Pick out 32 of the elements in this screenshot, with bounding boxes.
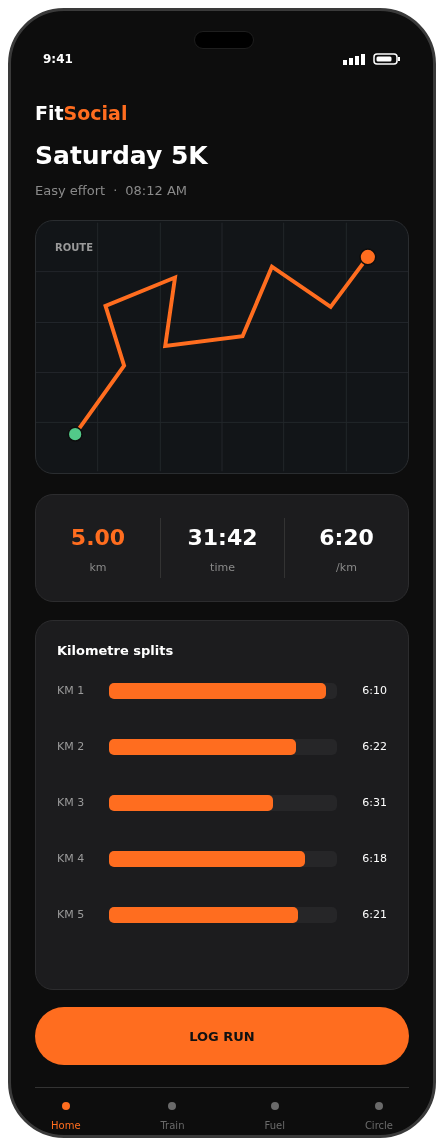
stat-unit: km xyxy=(89,559,107,576)
split-pace: 6:18 xyxy=(361,850,387,867)
split-label: KM 3 xyxy=(57,794,86,811)
separator-text: · xyxy=(113,181,118,200)
stat-unit: time xyxy=(210,559,235,576)
nav-tab[interactable]: Circle xyxy=(364,1102,393,1134)
split-pace: 6:10 xyxy=(361,682,387,699)
stat-unit: /km xyxy=(336,559,357,576)
route-label: ROUTE xyxy=(55,241,93,256)
split-pace: 6:22 xyxy=(361,738,387,755)
stat-value: 6:20 xyxy=(319,523,374,552)
effort-text: Easy effort xyxy=(35,181,106,200)
start-time-text: 08:12 AM xyxy=(125,181,187,200)
split-label: KM 4 xyxy=(57,850,86,867)
signal-icon xyxy=(343,53,365,65)
split-pace: 6:21 xyxy=(361,906,387,923)
split-pace: 6:31 xyxy=(361,794,387,811)
split-label: KM 1 xyxy=(57,682,86,699)
stat-value: 5.00 xyxy=(70,523,126,552)
log-run-button[interactable]: LOG RUN xyxy=(35,1007,409,1066)
stat-value: 31:42 xyxy=(187,523,258,552)
camera-notch xyxy=(194,31,254,49)
splits-title: Kilometre splits xyxy=(57,642,175,661)
app-logo: FitSocial xyxy=(35,101,129,126)
battery-icon xyxy=(373,53,401,65)
nav-tab[interactable]: Train xyxy=(160,1102,185,1134)
split-label: KM 2 xyxy=(57,738,86,755)
nav-tab[interactable]: Fuel xyxy=(264,1102,285,1134)
split-label: KM 5 xyxy=(57,906,86,923)
nav-tab[interactable]: Home xyxy=(51,1102,81,1134)
status-time: 9:41 xyxy=(43,51,73,68)
run-title: Saturday 5K xyxy=(35,139,209,171)
